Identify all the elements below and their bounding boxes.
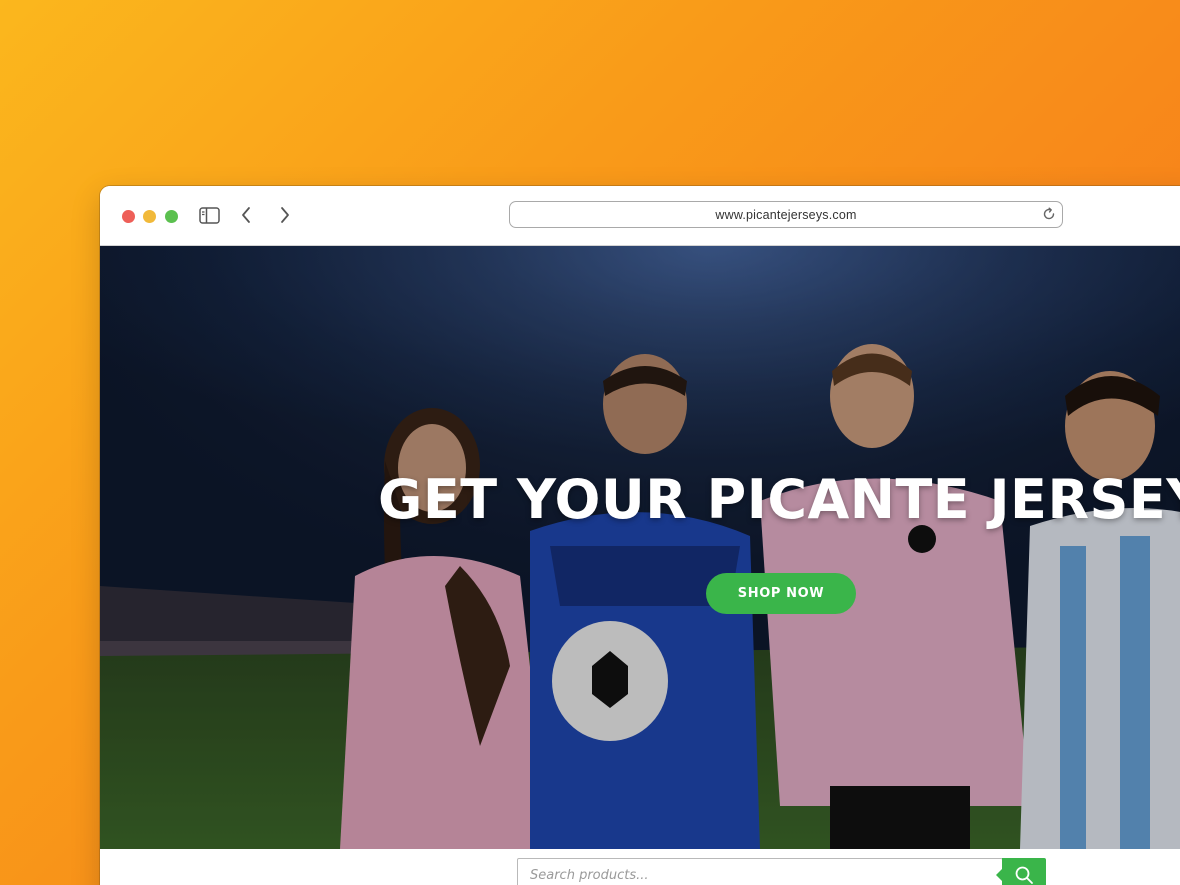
chevron-right-icon[interactable] — [273, 203, 297, 227]
minimize-window-button[interactable] — [143, 210, 156, 223]
hero-banner: GET YOUR PICANTE JERSEY SHOP NOW — [100, 246, 1180, 849]
address-bar[interactable]: www.picantejerseys.com — [509, 201, 1063, 228]
reload-icon[interactable] — [1042, 207, 1056, 221]
search-icon — [1015, 866, 1033, 884]
sidebar-icon[interactable] — [197, 203, 221, 227]
shop-now-button[interactable]: SHOP NOW — [706, 573, 856, 614]
search-bar — [100, 849, 1180, 885]
browser-toolbar: www.picantejerseys.com — [100, 186, 1180, 246]
url-text: www.picantejerseys.com — [715, 207, 857, 222]
browser-window: www.picantejerseys.com GET YOUR PICANTE … — [100, 186, 1180, 885]
chevron-left-icon[interactable] — [234, 203, 258, 227]
search-input[interactable] — [517, 858, 1003, 885]
maximize-window-button[interactable] — [165, 210, 178, 223]
close-window-button[interactable] — [122, 210, 135, 223]
hero-photo — [100, 246, 1180, 849]
search-button[interactable] — [996, 858, 1046, 885]
hero-title: GET YOUR PICANTE JERSEY — [378, 468, 1180, 531]
